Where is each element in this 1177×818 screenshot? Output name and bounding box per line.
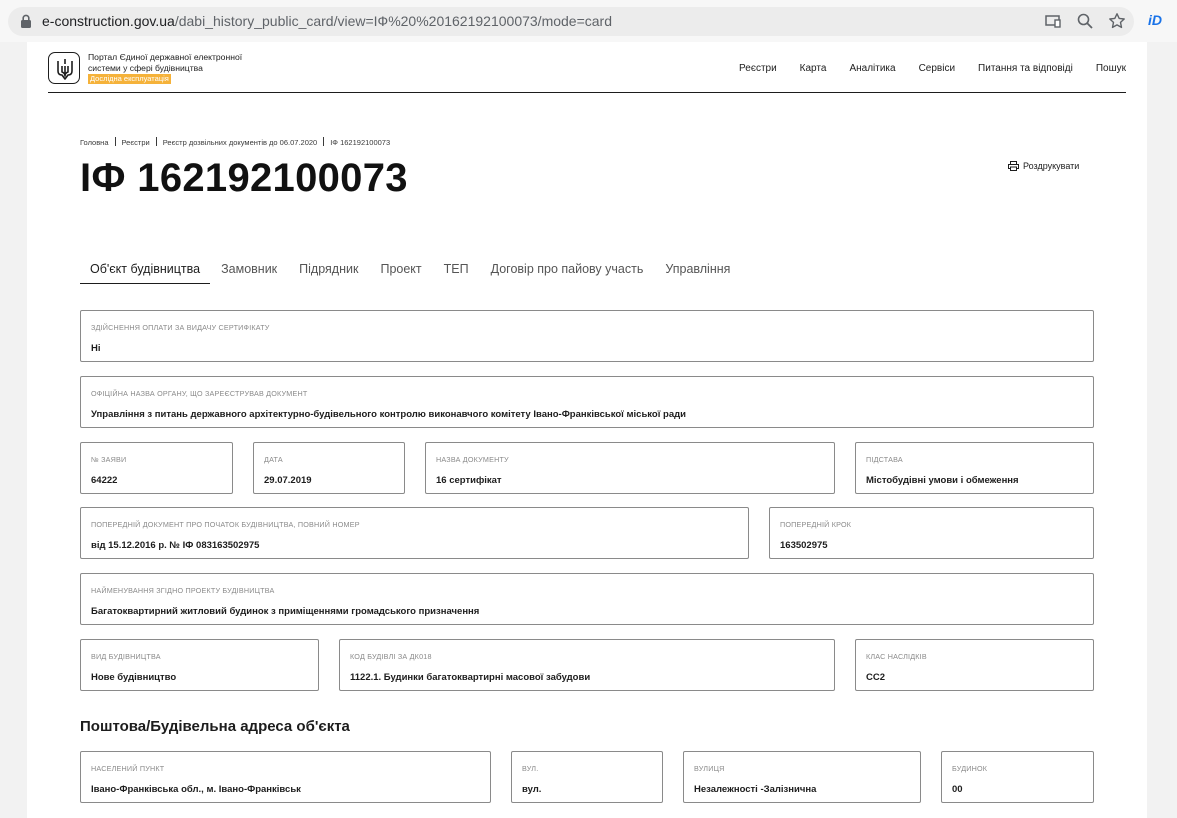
field-document-name: Назва документу 16 сертифікат: [425, 442, 835, 494]
breadcrumb: Головна Реєстри Реєстр дозвільних документ…: [80, 137, 390, 147]
tab-contractor[interactable]: Підрядник: [299, 258, 358, 284]
field-label: Вул.: [522, 764, 539, 773]
field-label: № заяви: [91, 455, 127, 464]
breadcrumb-separator: [114, 137, 116, 146]
address-section-title: Поштова/Будівельна адреса об'єкта: [80, 718, 350, 735]
field-label: Вид будівництва: [91, 652, 161, 661]
extension-icon[interactable]: iD: [1148, 12, 1168, 30]
nav-search[interactable]: Пошук: [1096, 63, 1126, 74]
field-value: 29.07.2019: [264, 475, 312, 486]
breadcrumb-separator: [323, 137, 325, 146]
portal-title[interactable]: Портал Єдиної державної електронної сист…: [88, 52, 248, 84]
beta-badge: Дослідна експлуатація: [88, 74, 171, 84]
trident-logo[interactable]: [48, 52, 80, 84]
nav-map[interactable]: Карта: [800, 63, 827, 74]
field-label: Назва документу: [436, 455, 509, 464]
field-street: Вулиця Незалежності -Залізнична: [683, 751, 921, 803]
field-label: Дата: [264, 455, 283, 464]
cast-icon[interactable]: [1044, 12, 1062, 30]
field-house: Будинок 00: [941, 751, 1094, 803]
field-street-type: Вул. вул.: [511, 751, 663, 803]
field-label: Вулиця: [694, 764, 725, 773]
field-label: Будинок: [952, 764, 988, 773]
tab-share-agreement[interactable]: Договір про пайову участь: [491, 258, 644, 284]
field-label: Найменування згідно проекту будівництва: [91, 586, 275, 595]
field-value: 1122.1. Будинки багатоквартирні масової …: [350, 672, 591, 683]
field-label: Підстава: [866, 455, 903, 464]
page-title: ІФ 162192100073: [80, 156, 408, 200]
field-value: Багатоквартирний житловий будинок з прим…: [91, 606, 480, 617]
nav-faq[interactable]: Питання та відповіді: [978, 63, 1073, 74]
url-host: e-construction.gov.ua: [42, 13, 175, 29]
breadcrumb-home[interactable]: Головна: [80, 138, 109, 147]
field-application-number: № заяви 64222: [80, 442, 233, 494]
tab-customer[interactable]: Замовник: [221, 258, 277, 284]
url-path: /dabi_history_public_card/view=IФ%20%201…: [174, 13, 612, 29]
field-settlement: Населений пункт Івано-Франківська обл., …: [80, 751, 491, 803]
nav-services[interactable]: Сервіси: [919, 63, 955, 74]
tab-project[interactable]: Проект: [380, 258, 421, 284]
field-value: Ні: [91, 343, 101, 354]
field-value: СС2: [866, 672, 886, 683]
breadcrumb-separator: [155, 137, 157, 146]
field-project-name: Найменування згідно проекту будівництва …: [80, 573, 1094, 625]
field-payment: Здійснення оплати за видачу сертифікату …: [80, 310, 1094, 362]
printer-icon: [1008, 161, 1019, 171]
nav-registries[interactable]: Реєстри: [739, 63, 777, 74]
field-value: 163502975: [780, 540, 828, 551]
tab-object[interactable]: Об'єкт будівництва: [80, 258, 211, 284]
field-label: Населений пункт: [91, 764, 165, 773]
tab-tep[interactable]: ТЕП: [444, 258, 469, 284]
browser-toolbar: e-construction.gov.ua/dabi_history_publi…: [0, 0, 1177, 42]
field-previous-document: Попередній документ про початок будівниц…: [80, 507, 749, 559]
main-nav: Реєстри Карта Аналітика Сервіси Питання …: [716, 63, 1126, 74]
print-button[interactable]: Роздрукувати: [1008, 161, 1079, 171]
site-header: Портал Єдиної державної електронної сист…: [48, 42, 1126, 93]
field-previous-step: Попередній крок 163502975: [769, 507, 1094, 559]
url-text[interactable]: e-construction.gov.ua/dabi_history_publi…: [42, 13, 612, 29]
field-value: Нове будівництво: [91, 672, 177, 683]
bookmark-star-icon[interactable]: [1108, 12, 1126, 30]
field-label: Клас наслідків: [866, 652, 927, 661]
field-basis: Підстава Містобудівні умови і обмеження: [855, 442, 1094, 494]
field-value: Івано-Франківська обл., м. Івано-Франків…: [91, 784, 301, 795]
breadcrumb-current: ІФ 162192100073: [330, 138, 391, 147]
field-label: Попередній документ про початок будівниц…: [91, 520, 360, 529]
field-value: Незалежності -Залізнична: [694, 784, 817, 795]
field-value: вул.: [522, 784, 542, 795]
portal-title-text: Портал Єдиної державної електронної сист…: [88, 52, 243, 73]
tab-bar: Об'єкт будівництва Замовник Підрядник Пр…: [80, 258, 752, 284]
lock-icon: [21, 14, 31, 28]
field-authority: Офіційна назва органу, що зареєстрував д…: [80, 376, 1094, 428]
page-sheet: Портал Єдиної державної електронної сист…: [27, 42, 1147, 818]
print-label: Роздрукувати: [1023, 161, 1080, 171]
zoom-icon[interactable]: [1076, 12, 1094, 30]
field-construction-type: Вид будівництва Нове будівництво: [80, 639, 319, 691]
field-value: від 15.12.2016 р. № ІФ 083163502975: [91, 540, 260, 551]
field-label: Здійснення оплати за видачу сертифікату: [91, 323, 270, 332]
field-label: Офіційна назва органу, що зареєстрував д…: [91, 389, 308, 398]
nav-analytics[interactable]: Аналітика: [849, 63, 895, 74]
field-value: 00: [952, 784, 963, 795]
field-value: 16 сертифікат: [436, 475, 502, 486]
field-date: Дата 29.07.2019: [253, 442, 405, 494]
field-label: Код будівлі за ДК018: [350, 652, 432, 661]
breadcrumb-registries[interactable]: Реєстри: [122, 138, 150, 147]
field-value: 64222: [91, 475, 118, 486]
field-value: Містобудівні умови і обмеження: [866, 475, 1019, 486]
field-building-code: Код будівлі за ДК018 1122.1. Будинки баг…: [339, 639, 835, 691]
field-consequence-class: Клас наслідків СС2: [855, 639, 1094, 691]
field-label: Попередній крок: [780, 520, 852, 529]
trident-icon: [57, 59, 73, 80]
tab-management[interactable]: Управління: [665, 258, 730, 284]
field-value: Управління з питань державного архітекту…: [91, 409, 686, 420]
breadcrumb-registry[interactable]: Реєстр дозвільних документів до 06.07.20…: [163, 138, 318, 147]
